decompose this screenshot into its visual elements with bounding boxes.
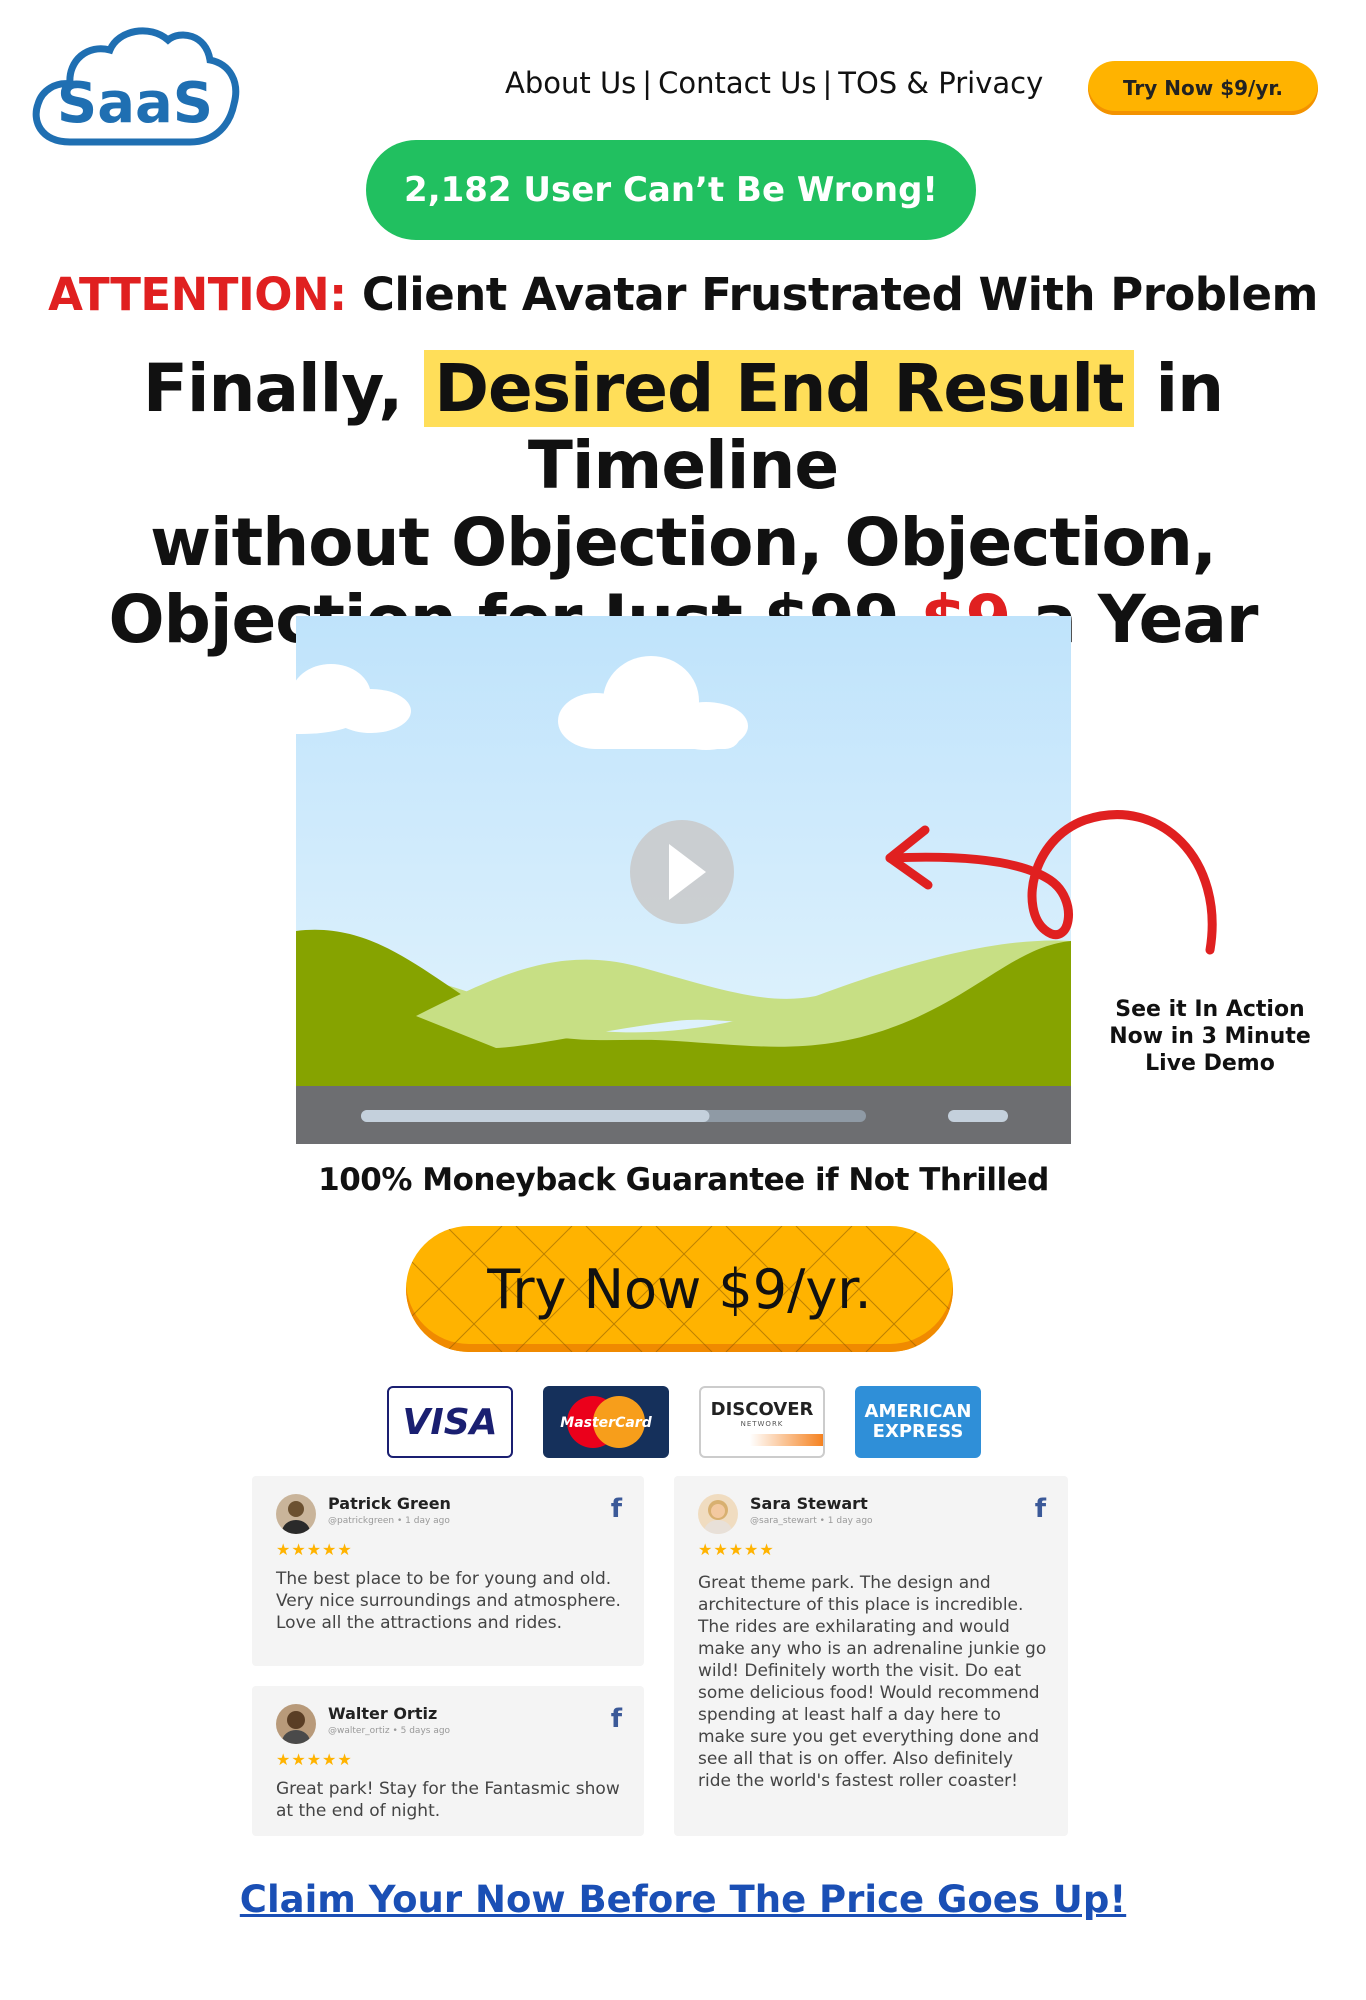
volume-bar[interactable] [948, 1110, 1008, 1122]
cloud-logo-icon: SaaS [32, 27, 240, 146]
nav-contact-us[interactable]: Contact Us [658, 66, 816, 100]
demo-note: See it In Action Now in 3 Minute Live De… [1109, 997, 1311, 1076]
main-headline: Finally, Desired End Result in Timeline … [20, 350, 1346, 658]
headline-part1: Finally, [142, 350, 425, 427]
guarantee-text: 100% Moneyback Guarantee if Not Thrilled [318, 1162, 1049, 1198]
review-card: Walter Ortiz @walter_ortiz • 5 days ago … [252, 1686, 644, 1836]
attention-prefix: ATTENTION: [48, 268, 347, 321]
mastercard-card-icon: MasterCard [543, 1386, 669, 1458]
headline-line2: without Objection, Objection, [150, 504, 1217, 581]
review-card: Sara Stewart @sara_stewart • 1 day ago f… [674, 1476, 1068, 1836]
rating-stars: ★★★★★ [698, 1540, 775, 1559]
play-icon[interactable] [630, 820, 734, 924]
header-try-now-button[interactable]: Try Now $9/yr. [1088, 61, 1318, 115]
attention-text: Client Avatar Frustrated With Problem [346, 268, 1319, 321]
avatar [276, 1704, 316, 1744]
review-text: Great theme park. The design and archite… [698, 1573, 1047, 1791]
reviewer-handle: @sara_stewart • 1 day ago [750, 1516, 873, 1526]
nav-separator: | [822, 66, 833, 100]
visa-card-icon: VISA [387, 1386, 513, 1458]
main-cta-label: Try Now $9/yr. [487, 1257, 872, 1321]
rating-stars: ★★★★★ [276, 1540, 353, 1559]
reviewer-name: Walter Ortiz [328, 1704, 438, 1723]
top-nav: About Us | Contact Us | TOS & Privacy [505, 66, 1043, 100]
avatar [276, 1494, 316, 1534]
discover-subtext: NETWORK [740, 1419, 784, 1428]
reviewer-handle: @walter_ortiz • 5 days ago [328, 1726, 451, 1736]
reviewer-name: Patrick Green [328, 1494, 451, 1513]
facebook-icon[interactable]: f [611, 1494, 622, 1524]
facebook-icon[interactable]: f [1035, 1494, 1046, 1524]
video-progress-bar[interactable] [361, 1110, 710, 1122]
social-proof-badge: 2,182 User Can’t Be Wrong! [366, 140, 976, 240]
facebook-icon[interactable]: f [611, 1704, 622, 1734]
nav-separator: | [642, 66, 653, 100]
rating-stars: ★★★★★ [276, 1750, 353, 1769]
reviewer-handle: @patrickgreen • 1 day ago [328, 1516, 450, 1526]
reviewer-name: Sara Stewart [750, 1494, 868, 1513]
payment-cards: VISA MasterCard DISCOVER NETWORK AMERICA… [387, 1386, 981, 1458]
discover-text: DISCOVER [710, 1398, 814, 1420]
nav-about-us[interactable]: About Us [505, 66, 636, 100]
main-try-now-button[interactable]: Try Now $9/yr. [406, 1226, 953, 1352]
claim-now-link[interactable]: Claim Your Now Before The Price Goes Up! [0, 1878, 1366, 1921]
saas-logo[interactable]: SaaS [30, 20, 240, 150]
amex-line1: AMERICAN [864, 1401, 972, 1422]
nav-tos-privacy[interactable]: TOS & Privacy [838, 66, 1043, 100]
amex-card-icon: AMERICAN EXPRESS [855, 1386, 981, 1458]
review-card: Patrick Green @patrickgreen • 1 day ago … [252, 1476, 644, 1666]
discover-card-icon: DISCOVER NETWORK [699, 1386, 825, 1458]
mastercard-text: MasterCard [560, 1415, 652, 1431]
logo-text: SaaS [57, 71, 213, 136]
attention-line: ATTENTION: Client Avatar Frustrated With… [0, 268, 1366, 321]
avatar [698, 1494, 738, 1534]
amex-line2: EXPRESS [872, 1421, 964, 1442]
headline-highlight: Desired End Result [424, 350, 1134, 427]
review-text: The best place to be for young and old. … [276, 1569, 621, 1633]
curly-arrow-icon [885, 810, 1217, 955]
review-text: Great park! Stay for the Fantasmic show … [276, 1779, 620, 1821]
